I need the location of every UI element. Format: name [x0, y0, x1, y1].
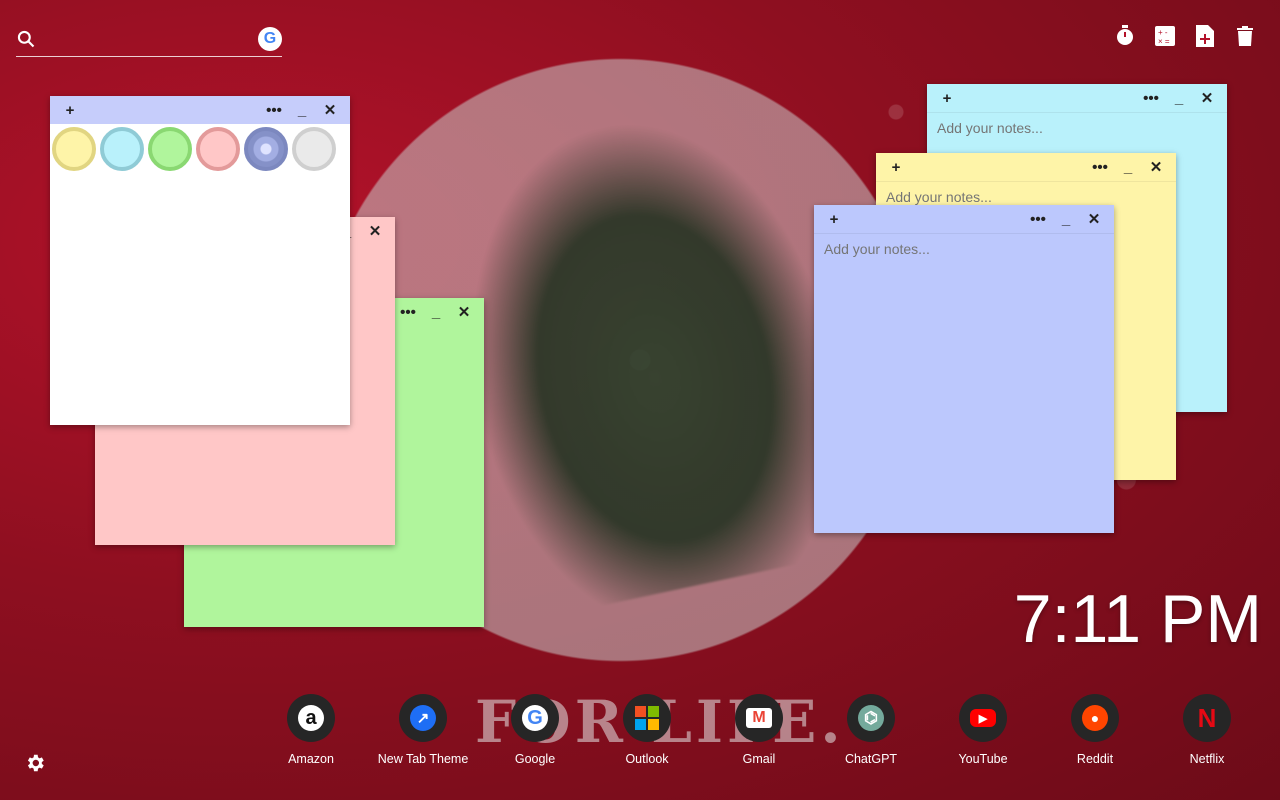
google-engine-icon[interactable]: G: [258, 27, 282, 51]
shortcut-youtube[interactable]: ▶ YouTube: [928, 694, 1038, 766]
shortcut-reddit[interactable]: ● Reddit: [1040, 694, 1150, 766]
search-bar: G: [16, 22, 282, 57]
shortcut-google[interactable]: G Google: [480, 694, 590, 766]
shortcut-gmail[interactable]: M Gmail: [704, 694, 814, 766]
background-leaf-graphic: [425, 87, 875, 623]
more-options-icon[interactable]: •••: [1086, 159, 1114, 176]
color-swatch-pink[interactable]: [196, 127, 240, 171]
shortcut-label: ChatGPT: [844, 752, 898, 766]
color-swatch-periwinkle-selected[interactable]: [244, 127, 288, 171]
top-toolbar: + - × =: [1114, 24, 1256, 48]
new-tab-theme-icon: ↗: [399, 694, 447, 742]
note-toolbar: + ••• _ ✕: [876, 153, 1176, 182]
chatgpt-icon: ⌬: [847, 694, 895, 742]
shortcut-amazon[interactable]: a Amazon: [256, 694, 366, 766]
shortcut-chatgpt[interactable]: ⌬ ChatGPT: [816, 694, 926, 766]
timer-icon[interactable]: [1114, 24, 1136, 48]
minimize-icon[interactable]: _: [1165, 90, 1193, 107]
color-swatch-gray[interactable]: [292, 127, 336, 171]
calculator-icon[interactable]: + - × =: [1154, 24, 1176, 48]
shortcut-outlook[interactable]: Outlook: [592, 694, 702, 766]
note-toolbar: + ••• _ ✕: [50, 96, 350, 124]
gmail-icon: M: [735, 694, 783, 742]
svg-text:× =: × =: [1158, 37, 1170, 46]
add-note-icon[interactable]: +: [56, 102, 84, 119]
close-icon[interactable]: ✕: [1193, 89, 1221, 107]
shortcut-label: Amazon: [288, 752, 334, 766]
color-picker: [50, 124, 350, 174]
color-swatch-yellow[interactable]: [52, 127, 96, 171]
add-note-icon[interactable]: +: [882, 159, 910, 176]
note-toolbar: + ••• _ ✕: [927, 84, 1227, 113]
google-icon: G: [511, 694, 559, 742]
shortcut-label: Gmail: [742, 752, 776, 766]
shortcut-label: YouTube: [958, 752, 1008, 766]
add-note-icon[interactable]: [1194, 24, 1216, 48]
gear-icon[interactable]: [24, 752, 48, 776]
shortcut-label: New Tab Theme: [377, 752, 469, 766]
more-options-icon[interactable]: •••: [1137, 90, 1165, 107]
sticky-note-white: + ••• _ ✕: [50, 96, 350, 425]
close-icon[interactable]: ✕: [361, 222, 389, 240]
netflix-icon: N: [1183, 694, 1231, 742]
minimize-icon[interactable]: _: [1052, 211, 1080, 228]
shortcut-label: Netflix: [1189, 752, 1225, 766]
youtube-icon: ▶: [959, 694, 1007, 742]
trash-icon[interactable]: [1234, 24, 1256, 48]
more-options-icon[interactable]: •••: [394, 304, 422, 321]
close-icon[interactable]: ✕: [316, 101, 344, 119]
minimize-icon[interactable]: _: [288, 102, 316, 119]
more-options-icon[interactable]: •••: [260, 102, 288, 119]
close-icon[interactable]: ✕: [1080, 210, 1108, 228]
close-icon[interactable]: ✕: [1142, 158, 1170, 176]
shortcut-new-tab-theme[interactable]: ↗ New Tab Theme: [368, 694, 478, 766]
shortcut-label: Google: [514, 752, 556, 766]
color-swatch-green[interactable]: [148, 127, 192, 171]
search-icon[interactable]: [16, 29, 36, 49]
shortcut-netflix[interactable]: N Netflix: [1152, 694, 1262, 766]
amazon-icon: a: [287, 694, 335, 742]
shortcut-label: Outlook: [625, 752, 669, 766]
more-options-icon[interactable]: •••: [1024, 211, 1052, 228]
minimize-icon[interactable]: _: [422, 304, 450, 321]
sticky-note-periwinkle: + ••• _ ✕: [814, 205, 1114, 533]
microsoft-icon: [623, 694, 671, 742]
minimize-icon[interactable]: _: [1114, 159, 1142, 176]
note-textarea[interactable]: [814, 233, 1114, 533]
close-icon[interactable]: ✕: [450, 303, 478, 321]
note-toolbar: + ••• _ ✕: [814, 205, 1114, 234]
clock: 7:11 PM: [1013, 581, 1262, 657]
shortcut-dock: a Amazon ↗ New Tab Theme G Google Outloo…: [0, 694, 1280, 774]
add-note-icon[interactable]: +: [933, 90, 961, 107]
add-note-icon[interactable]: +: [820, 211, 848, 228]
shortcut-label: Reddit: [1076, 752, 1114, 766]
svg-text:+ -: + -: [1158, 28, 1168, 37]
search-input[interactable]: [46, 29, 258, 49]
color-swatch-cyan[interactable]: [100, 127, 144, 171]
reddit-icon: ●: [1071, 694, 1119, 742]
